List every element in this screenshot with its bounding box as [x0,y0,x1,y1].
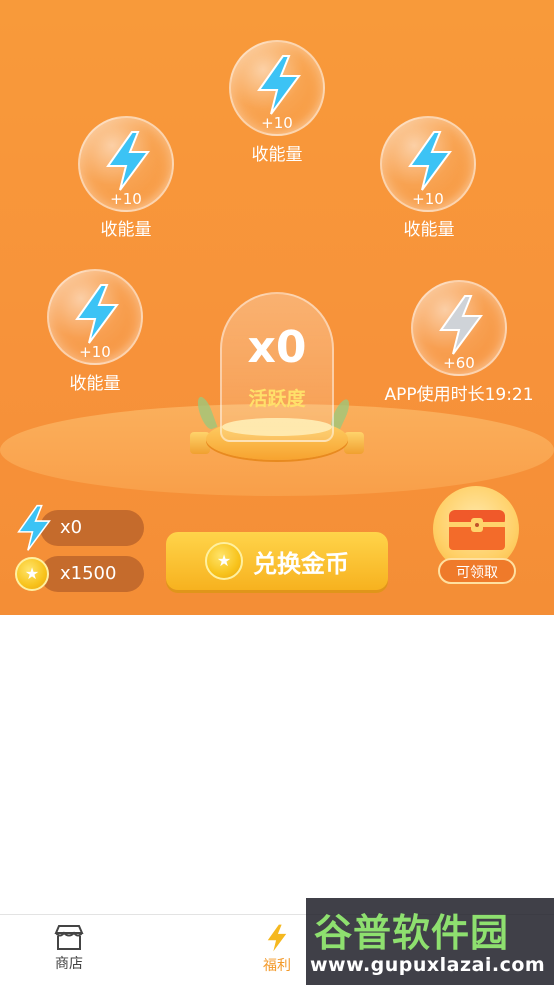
star-icon: ★ [216,551,232,570]
watermark: 谷普软件园 www.gupuxlazai.com [306,898,554,985]
lightning-bolt-gray-icon [439,295,483,355]
lightning-bolt-icon [257,55,301,115]
lightning-bolt-icon [408,131,452,191]
coin-icon: ★ [15,557,49,591]
app-usage-bubble[interactable]: +60 [411,280,507,376]
lightning-bolt-icon [267,924,287,952]
nav-item-welfare[interactable]: 福利 [237,923,317,975]
nav-item-shop[interactable]: 商店 [29,923,109,973]
shop-icon [54,925,84,950]
watermark-url: www.gupuxlazai.com [310,954,546,976]
lightning-bolt-icon [17,504,51,551]
bubble-amount: +60 [443,354,475,372]
energy-balance-pill [40,510,144,546]
coin-icon: ★ [205,542,243,580]
bubble-label: 收能量 [100,220,152,240]
claimable-badge[interactable]: 可领取 [438,558,516,584]
energy-bubble[interactable]: +10 [78,116,174,212]
activity-label: 活跃度 [248,388,306,410]
lightning-bolt-icon [75,284,119,344]
energy-bubble[interactable]: +10 [380,116,476,212]
bubble-amount: +10 [110,190,142,208]
nav-label-welfare: 福利 [263,958,291,974]
star-icon: ★ [24,564,40,583]
exchange-coins-button[interactable]: ★ 兑换金币 [166,532,388,590]
activity-count: x0 [247,322,307,373]
treasure-chest-icon[interactable] [447,506,507,552]
energy-balance: x0 [60,517,83,538]
energy-bubble[interactable]: +10 [229,40,325,136]
bubble-label: 收能量 [403,220,455,240]
energy-panel: +10 收能量 +10 收能量 +10 收能量 +10 收能量 +60 APP使… [0,0,554,615]
app-root: +10 收能量 +10 收能量 +10 收能量 +10 收能量 +60 APP使… [0,0,554,985]
nav-label-shop: 商店 [55,956,83,972]
bubble-amount: +10 [261,114,293,132]
lightning-bolt-icon [106,131,150,191]
bubble-amount: +10 [79,343,111,361]
exchange-button-label: 兑换金币 [253,549,349,578]
bubble-amount: +10 [412,190,444,208]
bubble-label: 收能量 [251,145,303,165]
coin-balance: x1500 [60,563,117,584]
bubble-label: 收能量 [69,374,121,394]
app-usage-label: APP使用时长19:21 [384,385,534,405]
energy-bubble[interactable]: +10 [47,269,143,365]
watermark-title: 谷普软件园 [314,911,510,955]
